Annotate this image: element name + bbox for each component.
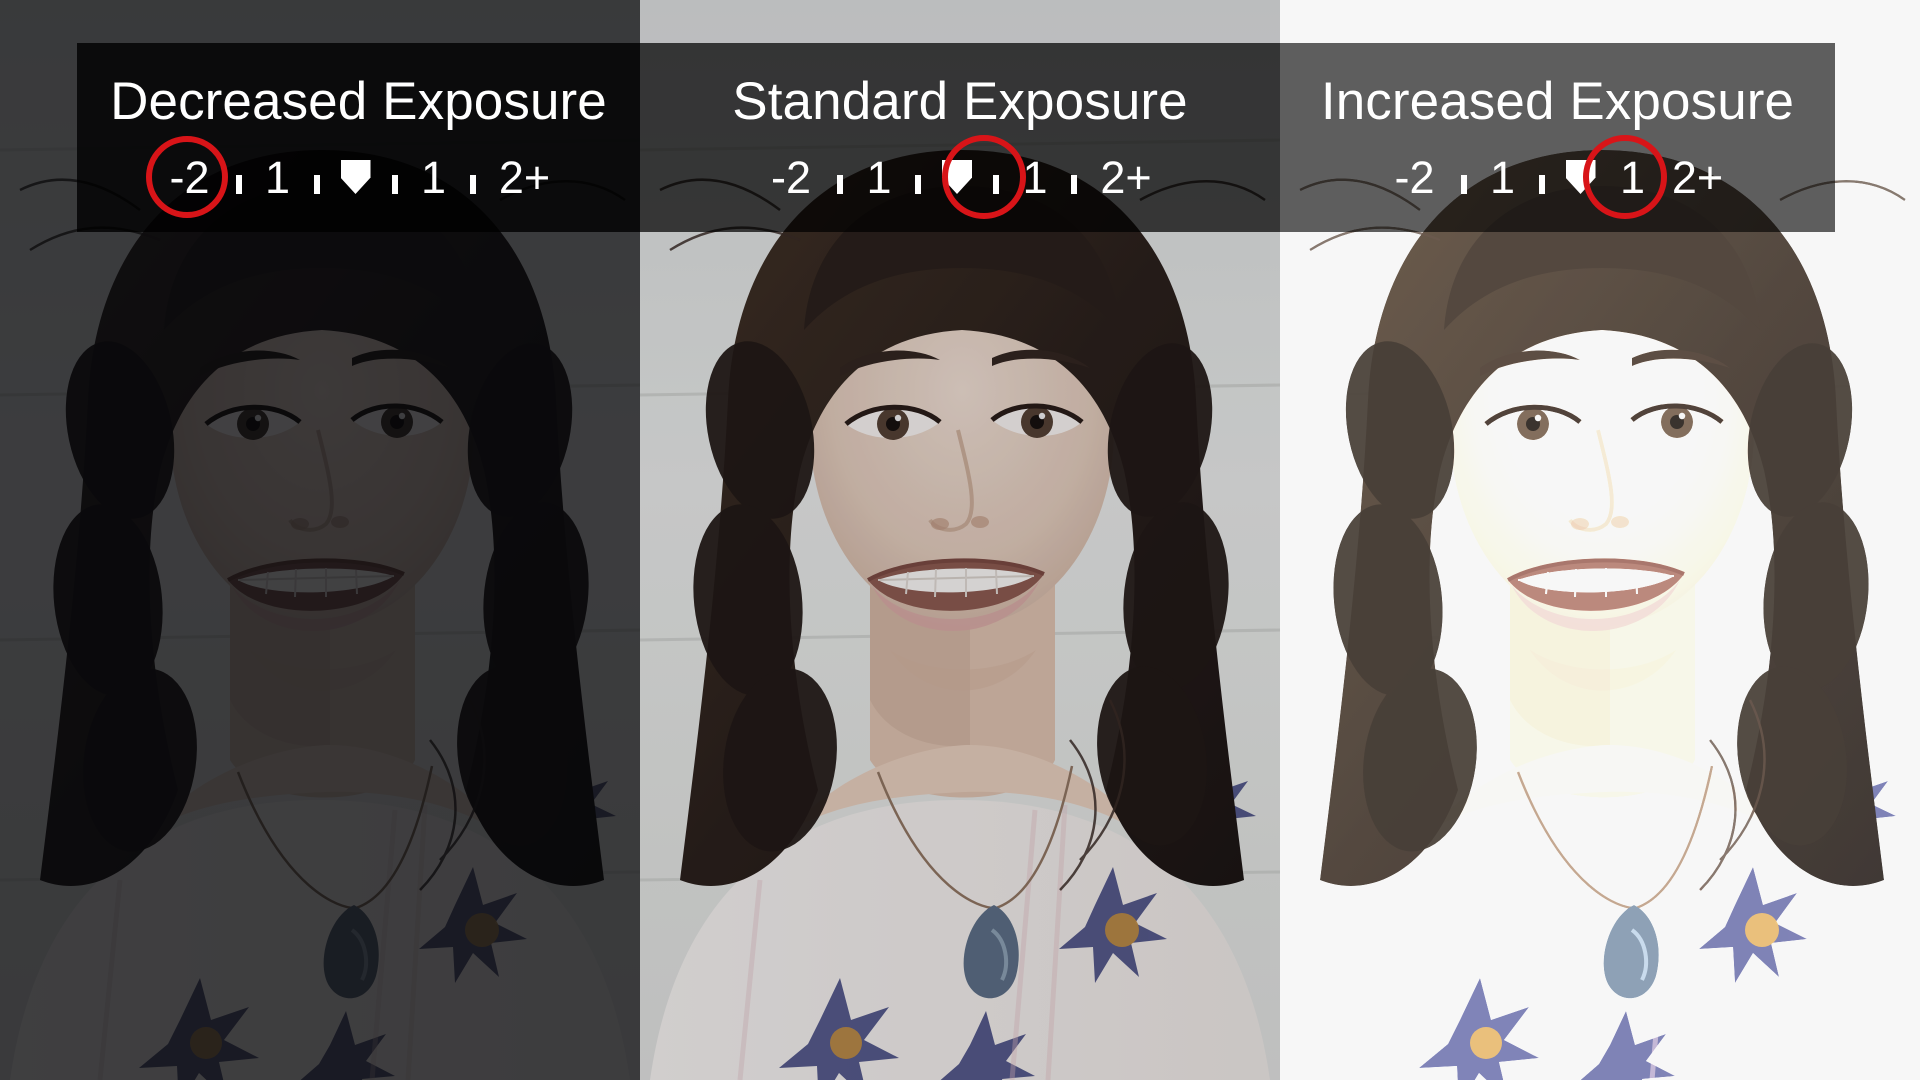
- ev-marker-shield-icon[interactable]: [931, 148, 983, 206]
- ev-tick-3: [382, 148, 408, 206]
- ev-stop-plus-2[interactable]: 2+: [486, 148, 564, 206]
- exposure-panel-decreased[interactable]: Decreased Exposure -2 1 1 2+: [0, 0, 640, 1080]
- exposure-scale[interactable]: -2 1 1 2+: [145, 136, 564, 218]
- panel-title: Standard Exposure: [732, 72, 1188, 131]
- exposure-panel-increased[interactable]: Increased Exposure -2 1 1 2+: [1280, 0, 1920, 1080]
- ev-tick-1: [226, 148, 252, 206]
- ev-stop-minus-1[interactable]: 1: [853, 148, 905, 206]
- panel-header: Decreased Exposure -2 1 1 2+: [77, 43, 640, 232]
- ev-stop-minus-1[interactable]: 1: [252, 148, 304, 206]
- ev-tick-2: [1529, 148, 1555, 206]
- ev-stop-plus-1[interactable]: 1: [408, 148, 460, 206]
- panel-header: Standard Exposure -2 1 1 2+: [640, 43, 1280, 232]
- exposure-panel-standard[interactable]: Standard Exposure -2 1 1 2+: [640, 0, 1280, 1080]
- exposure-scale[interactable]: -2 1 1 2+: [1379, 135, 1737, 219]
- exposure-comparison-figure: Decreased Exposure -2 1 1 2+ Standard Ex…: [0, 0, 1920, 1080]
- exposure-scale[interactable]: -2 1 1 2+: [755, 135, 1165, 219]
- ev-marker-shield-icon[interactable]: [1555, 148, 1607, 206]
- ev-tick-1: [827, 148, 853, 206]
- ev-tick-4: [460, 148, 486, 206]
- panel-title: Increased Exposure: [1320, 72, 1795, 131]
- ev-tick-3: [983, 148, 1009, 206]
- ev-stop-plus-1[interactable]: 1: [1607, 148, 1659, 206]
- panel-title: Decreased Exposure: [110, 72, 607, 131]
- ev-tick-2: [905, 148, 931, 206]
- ev-stop-minus-2[interactable]: -2: [154, 148, 226, 206]
- ev-stop-plus-2[interactable]: 2+: [1659, 148, 1737, 206]
- panel-header: Increased Exposure -2 1 1 2+: [1280, 43, 1835, 232]
- ev-tick-4: [1061, 148, 1087, 206]
- ev-stop-minus-1[interactable]: 1: [1477, 148, 1529, 206]
- ev-stop-plus-1[interactable]: 1: [1009, 148, 1061, 206]
- ev-stop-plus-2[interactable]: 2+: [1087, 148, 1165, 206]
- ev-stop-minus-2[interactable]: -2: [755, 148, 827, 206]
- ev-tick-2: [304, 148, 330, 206]
- ev-marker-shield-icon[interactable]: [330, 148, 382, 206]
- ev-tick-1: [1451, 148, 1477, 206]
- ev-stop-minus-2[interactable]: -2: [1379, 148, 1451, 206]
